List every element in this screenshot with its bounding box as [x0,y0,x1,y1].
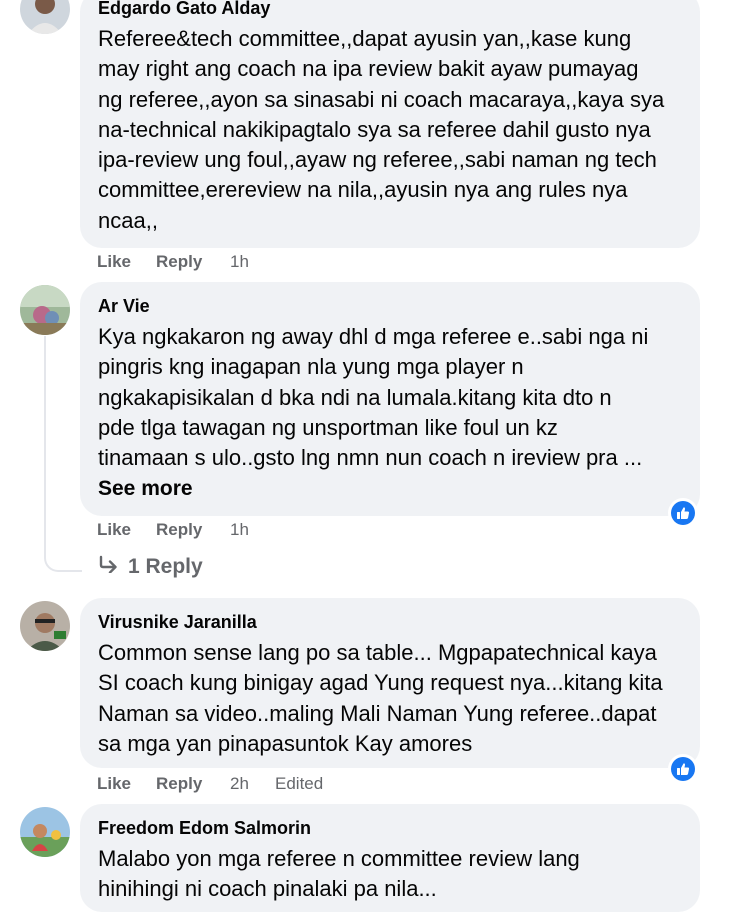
reaction-badge[interactable] [668,498,698,528]
comment-bubble: Virusnike Jaranilla Common sense lang po… [80,598,700,768]
comment-bubble: Ar Vie Kya ngkakaron ng away dhl d mga r… [80,282,700,516]
avatar-photo [20,807,70,857]
avatar-photo [20,285,70,335]
comment-text: Malabo yon mga referee n committee revie… [98,846,580,902]
view-replies-link[interactable]: 1 Reply [98,555,203,579]
comment-text: Kya ngkakaron ng away dhl d mga referee … [98,324,649,471]
comment-author[interactable]: Freedom Edom Salmorin [98,818,311,839]
reaction-badge[interactable] [668,754,698,784]
comment-bubble: Freedom Edom Salmorin Malabo yon mga ref… [80,804,700,912]
comment-author[interactable]: Virusnike Jaranilla [98,612,257,633]
comment-2: Ar Vie Kya ngkakaron ng away dhl d mga r… [0,282,750,582]
comment-1: Edgardo Gato Alday Referee&tech committe… [0,0,750,280]
like-button[interactable]: Like [97,252,131,272]
comment-author[interactable]: Ar Vie [98,296,150,317]
like-thumb-icon [677,763,690,775]
reply-button[interactable]: Reply [156,252,202,272]
avatar[interactable] [20,601,70,651]
comment-4: Freedom Edom Salmorin Malabo yon mga ref… [0,804,750,915]
comment-3: Virusnike Jaranilla Common sense lang po… [0,598,750,798]
like-thumb-icon [677,507,690,519]
comment-bubble: Edgardo Gato Alday Referee&tech committe… [80,0,700,248]
reply-arrow-icon [98,555,120,579]
like-button[interactable]: Like [97,520,131,540]
comment-timestamp[interactable]: 1h [230,520,249,540]
avatar[interactable] [20,0,70,34]
comment-text: Common sense lang po sa table... Mgpapat… [98,640,663,756]
avatar[interactable] [20,807,70,857]
reply-button[interactable]: Reply [156,774,202,794]
comment-timestamp[interactable]: 2h [230,774,249,794]
edited-label[interactable]: Edited [275,774,323,794]
comment-text: Referee&tech committee,,dapat ayusin yan… [98,26,665,233]
see-more-link[interactable]: See more [98,477,193,501]
view-replies-label[interactable]: 1 Reply [128,555,203,578]
comment-author[interactable]: Edgardo Gato Alday [98,0,270,19]
avatar-photo [20,601,70,651]
reply-button[interactable]: Reply [156,520,202,540]
avatar[interactable] [20,285,70,335]
avatar-photo [20,0,70,34]
like-button[interactable]: Like [97,774,131,794]
comment-timestamp[interactable]: 1h [230,252,249,272]
